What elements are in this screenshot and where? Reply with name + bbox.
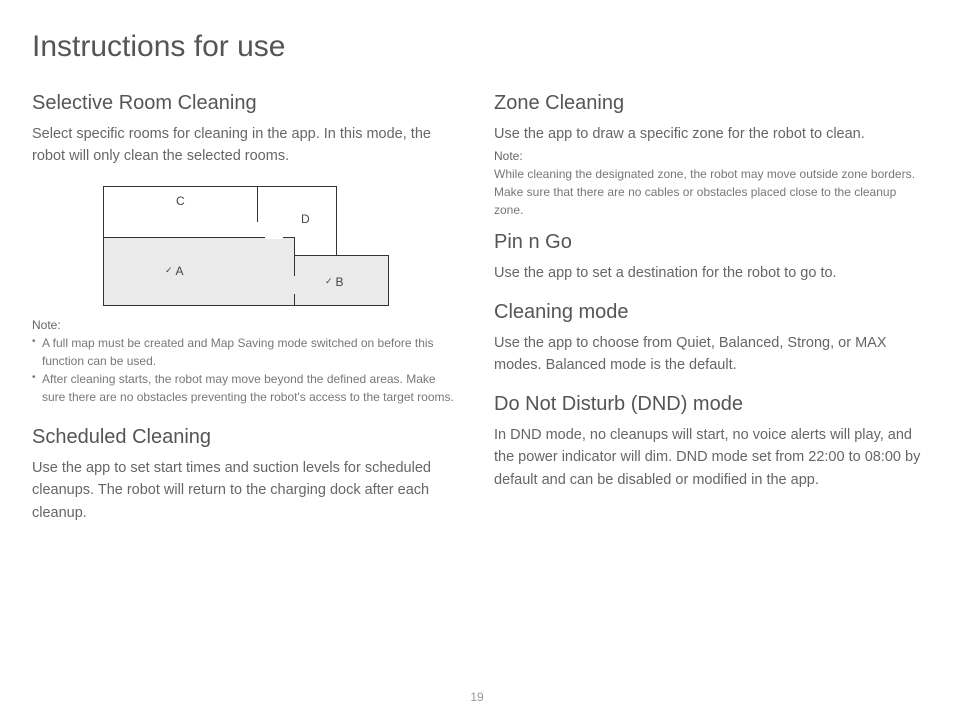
note-selective-2: After cleaning starts, the robot may mov… [32, 370, 460, 406]
body-zone: Use the app to draw a specific zone for … [494, 123, 922, 145]
body-pin: Use the app to set a destination for the… [494, 262, 922, 284]
heading-mode: Cleaning mode [494, 301, 922, 324]
content-columns: Selective Room Cleaning Select specific … [32, 86, 922, 544]
body-selective: Select specific rooms for cleaning in th… [32, 123, 460, 168]
note-selective-1: A full map must be created and Map Savin… [32, 334, 460, 370]
section-cleaning-mode: Cleaning mode Use the app to choose from… [494, 301, 922, 377]
label-room-c: C [176, 194, 185, 208]
label-room-a: ✓A [165, 264, 184, 278]
body-mode: Use the app to choose from Quiet, Balanc… [494, 332, 922, 377]
section-dnd-mode: Do Not Disturb (DND) mode In DND mode, n… [494, 393, 922, 491]
note-label-selective: Note: [32, 318, 460, 332]
section-zone-cleaning: Zone Cleaning Use the app to draw a spec… [494, 92, 922, 219]
section-pin-n-go: Pin n Go Use the app to set a destinatio… [494, 231, 922, 284]
label-room-b: ✓B [325, 275, 344, 289]
heading-pin: Pin n Go [494, 231, 922, 254]
body-dnd: In DND mode, no cleanups will start, no … [494, 424, 922, 491]
note-zone: While cleaning the designated zone, the … [494, 165, 922, 219]
room-a [103, 237, 295, 306]
body-scheduled: Use the app to set start times and sucti… [32, 457, 460, 524]
page-title: Instructions for use [32, 30, 922, 64]
heading-scheduled: Scheduled Cleaning [32, 426, 460, 449]
heading-selective: Selective Room Cleaning [32, 92, 460, 115]
section-selective-room-cleaning: Selective Room Cleaning Select specific … [32, 92, 460, 406]
label-room-d: D [301, 212, 310, 226]
page-number: 19 [0, 690, 954, 704]
check-icon: ✓ [325, 276, 333, 287]
right-column: Zone Cleaning Use the app to draw a spec… [494, 86, 922, 544]
heading-zone: Zone Cleaning [494, 92, 922, 115]
floorplan-diagram: C D ✓A ✓B [32, 186, 460, 306]
check-icon: ✓ [165, 265, 173, 276]
note-label-zone: Note: [494, 149, 922, 163]
heading-dnd: Do Not Disturb (DND) mode [494, 393, 922, 416]
left-column: Selective Room Cleaning Select specific … [32, 86, 460, 544]
section-scheduled-cleaning: Scheduled Cleaning Use the app to set st… [32, 426, 460, 524]
